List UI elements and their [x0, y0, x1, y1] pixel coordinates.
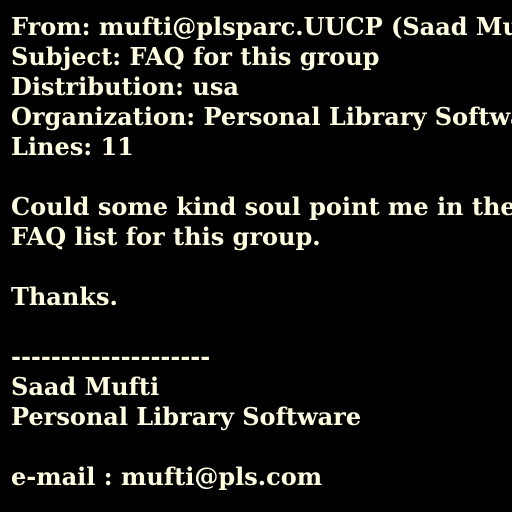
signature-company: Personal Library Software [11, 402, 362, 431]
message-document: From: mufti@plsparc.UUCP (Saad Mufti) Su… [0, 0, 512, 512]
header-from: From: mufti@plsparc.UUCP (Saad Mufti) [11, 12, 512, 41]
header-subject: Subject: FAQ for this group [11, 42, 380, 71]
header-lines: Lines: 11 [11, 132, 134, 161]
signature-name: Saad Mufti [11, 372, 160, 401]
signature-separator: -------------------- [11, 342, 211, 371]
signature-email: e-mail : mufti@pls.com [11, 462, 323, 491]
body-thanks: Thanks. [11, 282, 118, 311]
body-line-1: Could some kind soul point me in the rig… [11, 192, 512, 221]
header-distribution: Distribution: usa [11, 72, 239, 101]
body-line-2: FAQ list for this group. [11, 222, 321, 251]
header-organization: Organization: Personal Library Software [11, 102, 512, 131]
